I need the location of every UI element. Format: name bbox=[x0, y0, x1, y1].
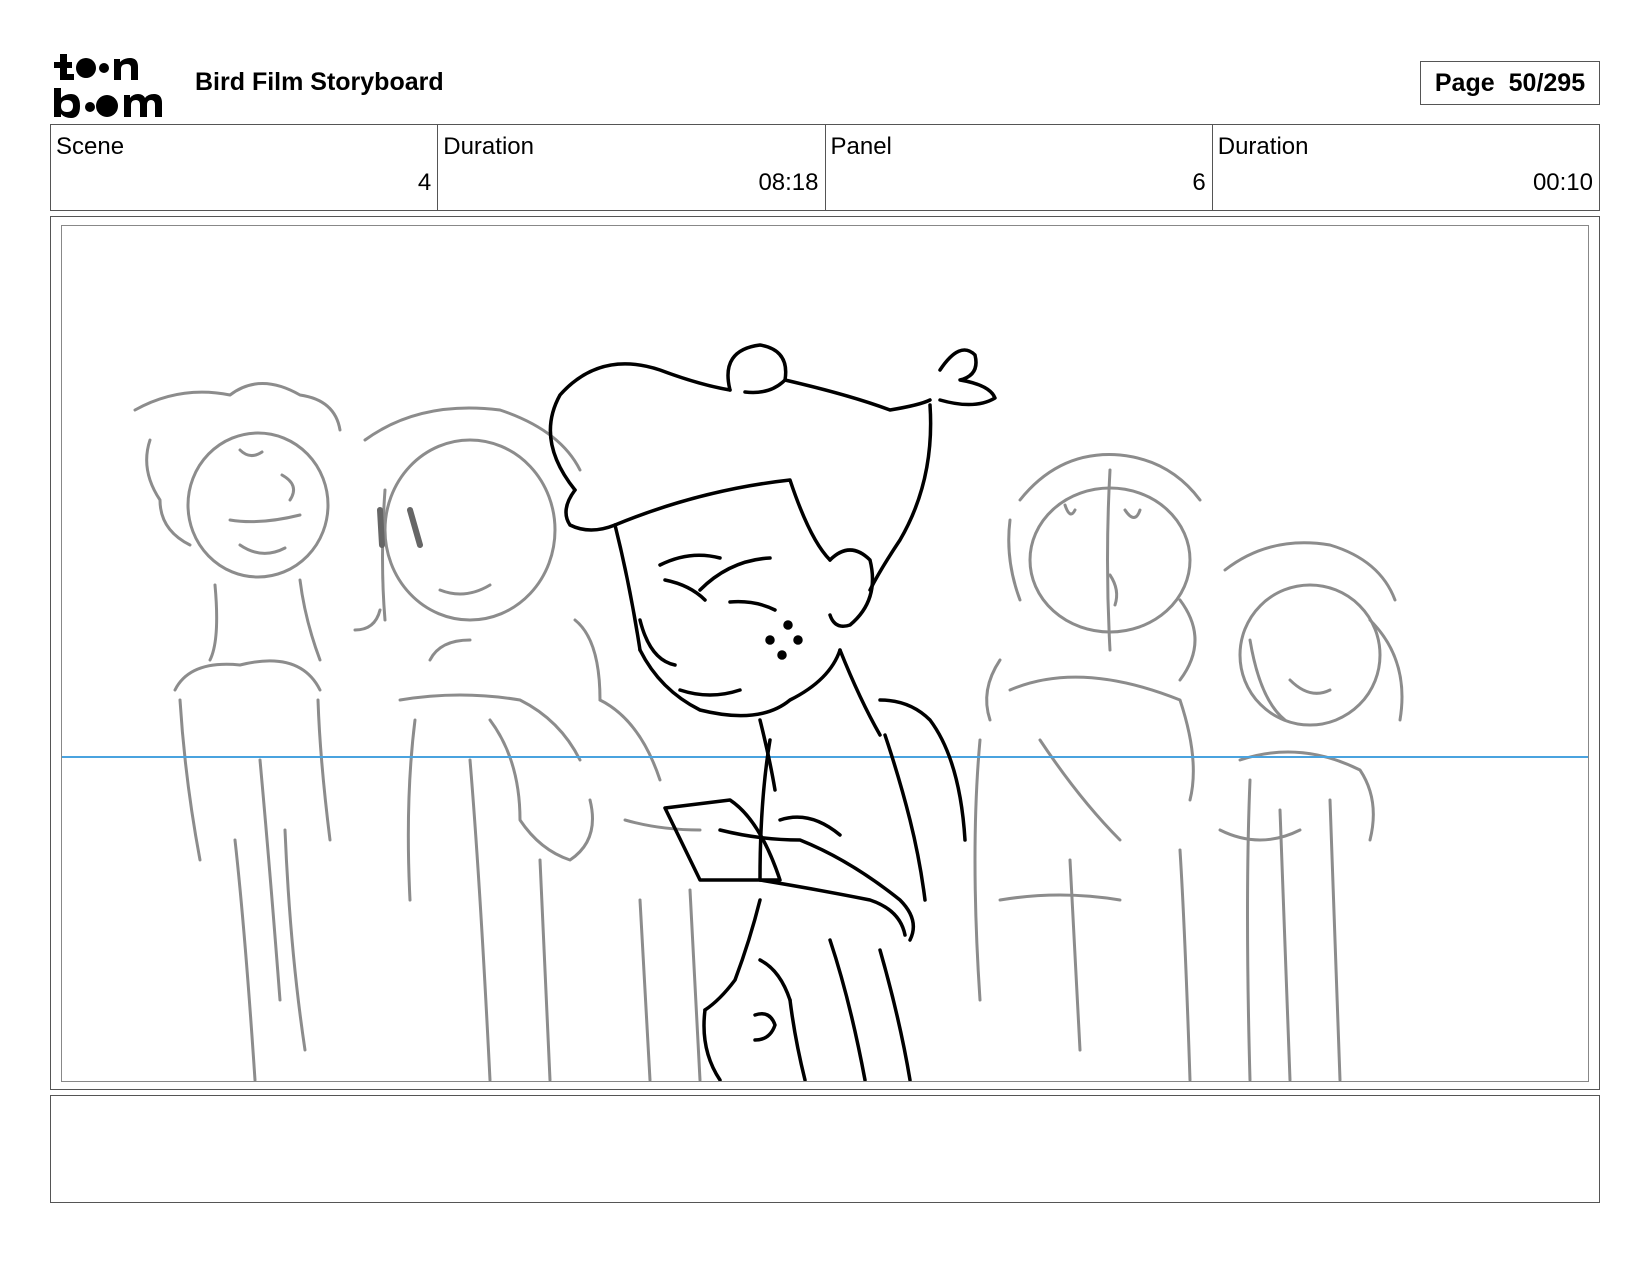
storyboard-sketch bbox=[62, 343, 1588, 1081]
panel-notes-box bbox=[50, 1095, 1600, 1203]
